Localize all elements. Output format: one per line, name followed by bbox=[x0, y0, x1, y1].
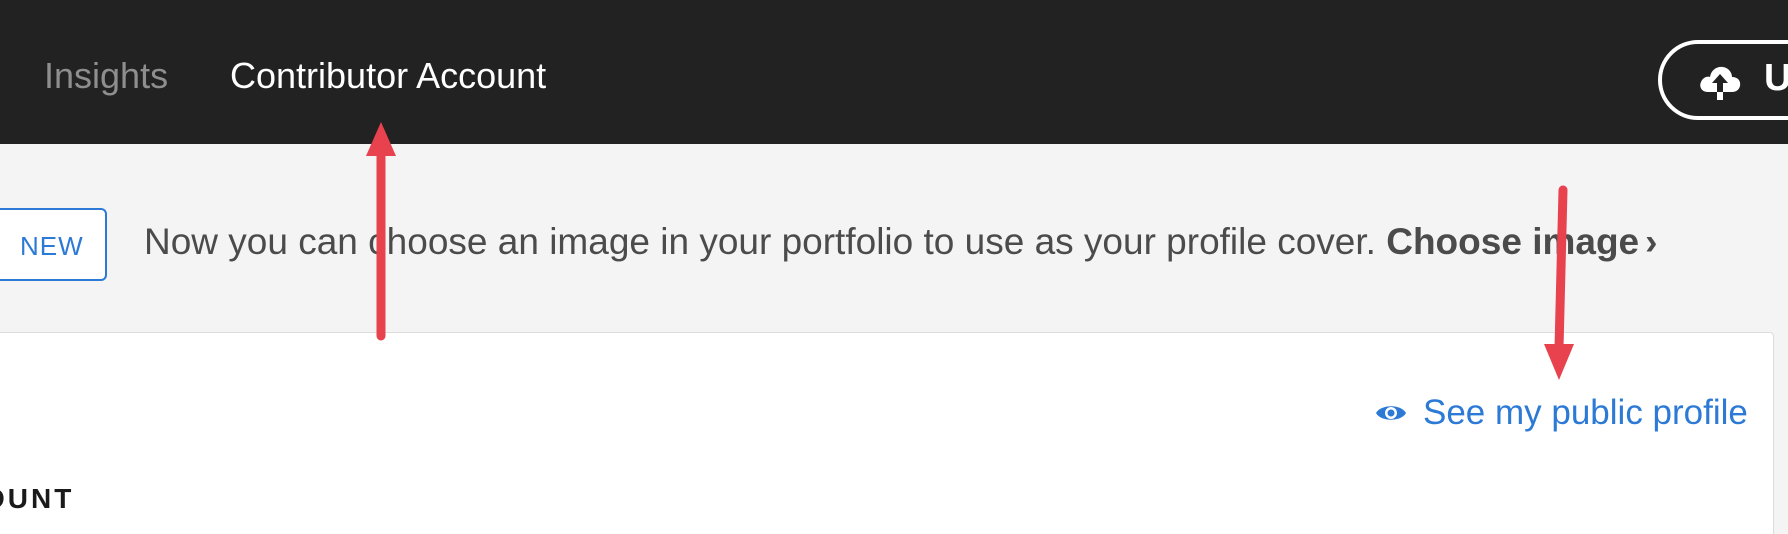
new-feature-banner: NEW Now you can choose an image in your … bbox=[0, 144, 1788, 332]
banner-message-line: Now you can choose an image in your port… bbox=[144, 216, 1657, 268]
cloud-upload-icon bbox=[1700, 66, 1741, 100]
account-section-heading: OUNT bbox=[0, 483, 75, 514]
see-public-profile-link[interactable]: See my public profile bbox=[1375, 388, 1748, 438]
new-badge: NEW bbox=[0, 208, 107, 281]
upload-label: U bbox=[1764, 57, 1788, 99]
choose-image-label: Choose image bbox=[1386, 221, 1640, 262]
choose-image-link[interactable]: Choose image › bbox=[1386, 221, 1657, 262]
banner-message: Now you can choose an image in your port… bbox=[144, 221, 1376, 262]
new-badge-label: NEW bbox=[20, 231, 84, 261]
chevron-right-icon: › bbox=[1645, 221, 1658, 262]
nav-contributor-account[interactable]: Contributor Account bbox=[230, 50, 546, 102]
account-card: See my public profile OUNT bbox=[0, 332, 1774, 534]
upload-button[interactable]: U bbox=[1658, 40, 1788, 120]
nav-insights[interactable]: Insights bbox=[44, 50, 168, 102]
eye-icon bbox=[1376, 406, 1406, 420]
top-navigation-bar: Insights Contributor Account U bbox=[0, 0, 1788, 144]
see-public-profile-label: See my public profile bbox=[1423, 393, 1748, 432]
